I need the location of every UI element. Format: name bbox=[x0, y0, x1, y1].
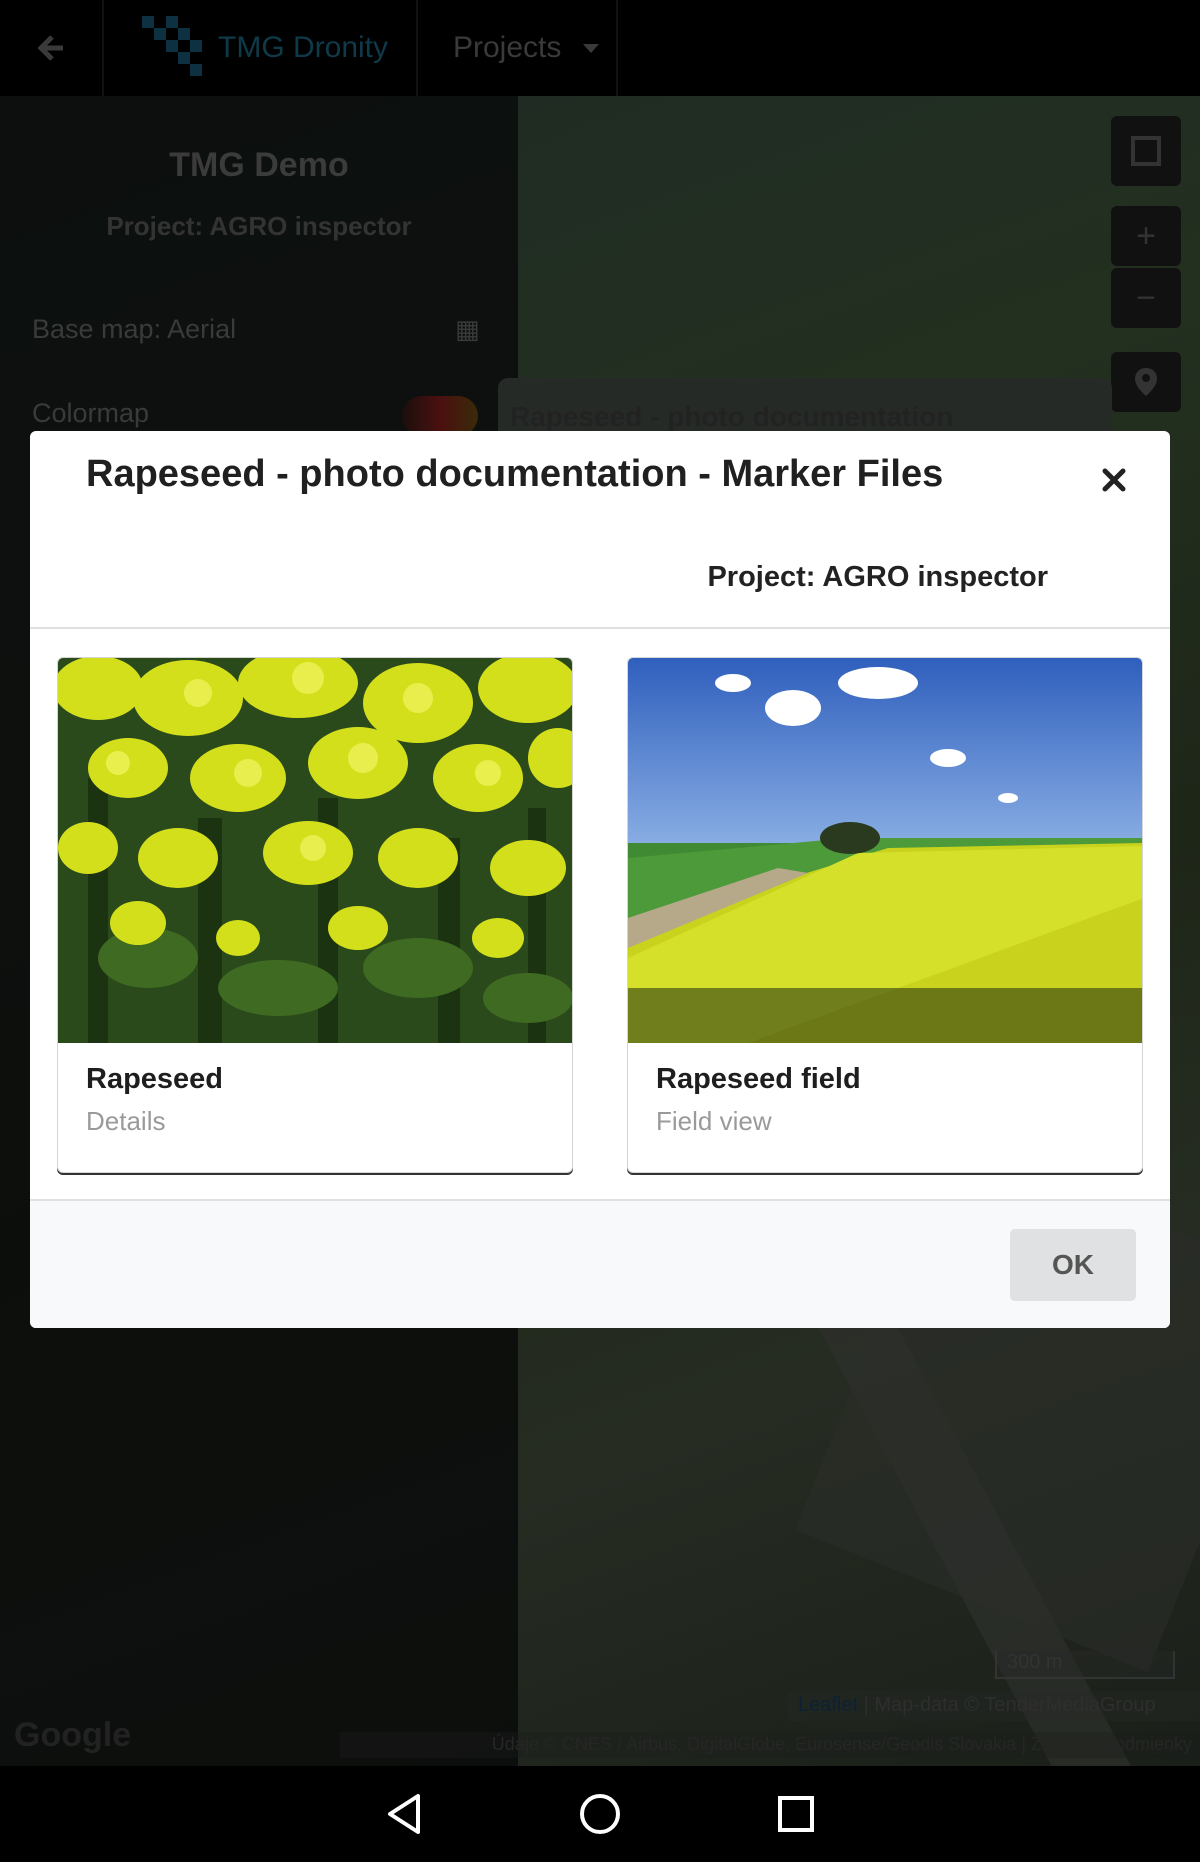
card-title: Rapeseed field bbox=[656, 1063, 861, 1095]
modal-footer: OK bbox=[30, 1199, 1170, 1328]
fullscreen-icon bbox=[1131, 136, 1161, 166]
caret-down-icon bbox=[583, 43, 600, 53]
rapeseed-photo bbox=[58, 658, 572, 1043]
google-logo: Google bbox=[14, 1716, 132, 1754]
fullscreen-button[interactable] bbox=[1111, 116, 1181, 186]
back-button[interactable] bbox=[0, 0, 104, 96]
brand-link[interactable]: TMG Dronity bbox=[104, 0, 418, 96]
minus-icon: − bbox=[1136, 278, 1156, 317]
card-description: Details bbox=[86, 1106, 166, 1136]
square-recents-icon bbox=[778, 1796, 814, 1832]
ok-button[interactable]: OK bbox=[1010, 1229, 1136, 1301]
app-top-bar: TMG Dronity Projects bbox=[0, 0, 1200, 96]
plus-icon: + bbox=[1136, 216, 1156, 255]
card-description: Field view bbox=[656, 1106, 772, 1136]
brand-logo-icon bbox=[142, 16, 202, 76]
system-nav-bar bbox=[0, 1766, 1200, 1862]
nav-back-button[interactable] bbox=[376, 1784, 436, 1844]
side-panel-title: TMG Demo bbox=[169, 146, 349, 184]
imagery-attribution: Údaje © CNES / Airbus, DigitalGlobe, Eur… bbox=[340, 1732, 1200, 1758]
close-button[interactable] bbox=[1094, 461, 1134, 501]
marker-files-modal: Rapeseed - photo documentation - Marker … bbox=[30, 431, 1170, 1328]
circle-home-icon bbox=[580, 1794, 620, 1834]
leaflet-link[interactable]: Leaflet bbox=[798, 1694, 858, 1716]
basemap-selector[interactable]: Base map: Aerial bbox=[32, 314, 236, 345]
projects-dropdown[interactable]: Projects bbox=[418, 0, 618, 96]
file-card-rapeseed-field[interactable]: Rapeseed field Field view bbox=[627, 657, 1143, 1173]
colormap-swatch[interactable] bbox=[402, 396, 478, 436]
arrow-left-icon bbox=[37, 35, 63, 61]
map-popup-title: Rapeseed - photo documentation bbox=[510, 401, 954, 432]
modal-title: Rapeseed - photo documentation - Marker … bbox=[86, 453, 944, 495]
zoom-in-button[interactable]: + bbox=[1111, 206, 1181, 266]
file-card-rapeseed[interactable]: Rapeseed Details bbox=[57, 657, 573, 1173]
side-panel-subtitle: Project: AGRO inspector bbox=[106, 211, 412, 241]
card-title: Rapeseed bbox=[86, 1063, 224, 1095]
locate-button[interactable] bbox=[1111, 352, 1181, 412]
close-icon bbox=[1102, 468, 1126, 492]
triangle-back-icon bbox=[388, 1794, 420, 1834]
attribution-text: | Map-data © TenderMediaGroup bbox=[858, 1694, 1156, 1716]
location-pin-icon bbox=[1135, 368, 1157, 396]
zoom-out-button[interactable]: − bbox=[1111, 268, 1181, 328]
brand-name: TMG Dronity bbox=[218, 31, 389, 64]
nav-recents-button[interactable] bbox=[766, 1784, 826, 1844]
nav-home-button[interactable] bbox=[570, 1784, 630, 1844]
modal-project-label: Project: AGRO inspector bbox=[707, 561, 1048, 593]
colormap-label: Colormap bbox=[32, 398, 150, 428]
map-icon: ▦ bbox=[455, 314, 480, 344]
projects-label: Projects bbox=[453, 31, 562, 64]
modal-header: Rapeseed - photo documentation - Marker … bbox=[30, 431, 1170, 629]
map-attribution: Leaflet | Map-data © TenderMediaGroup bbox=[788, 1691, 1200, 1721]
rapeseed-field-photo bbox=[628, 658, 1142, 1043]
map-scale: 300 m bbox=[995, 1651, 1175, 1679]
